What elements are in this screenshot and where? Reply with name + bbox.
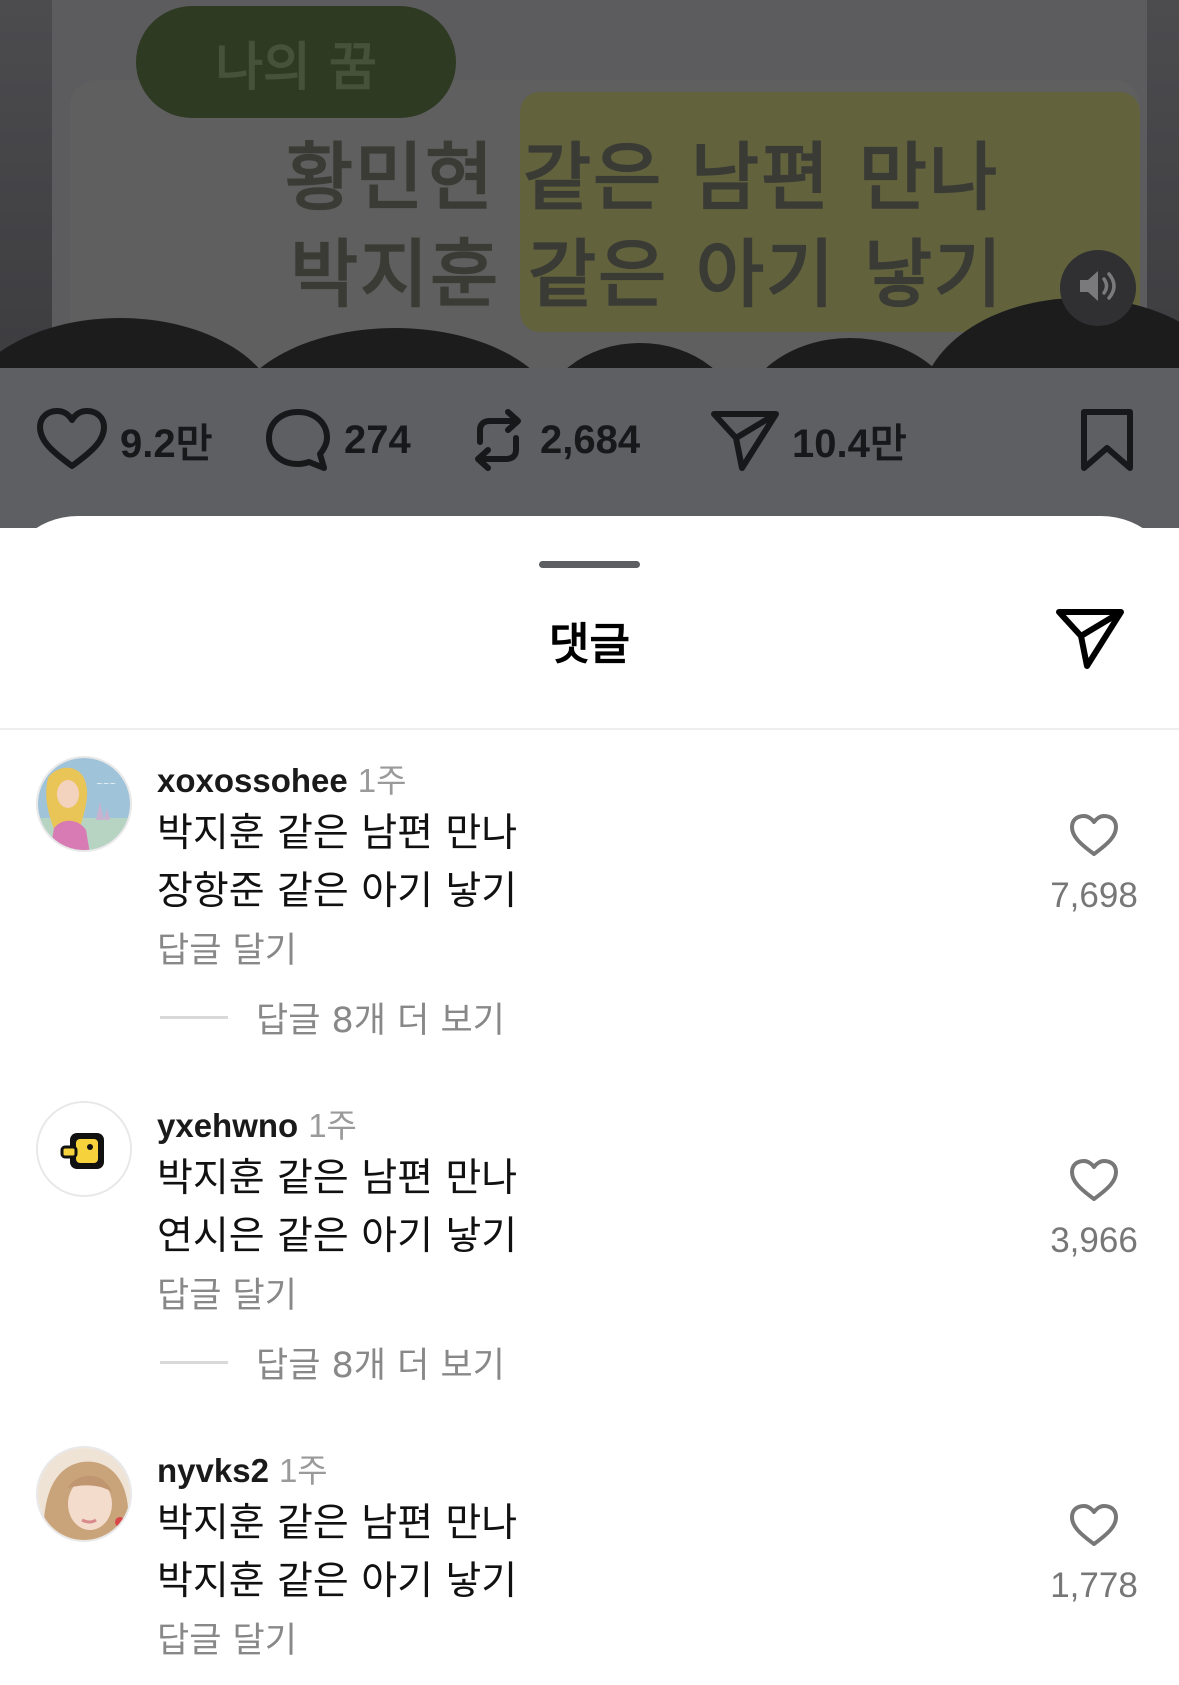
comment-like-count: 7,698	[1050, 876, 1138, 915]
comment-count: 274	[344, 417, 411, 462]
replies-divider-line	[160, 1016, 228, 1019]
reply-button[interactable]: 답글 달기	[157, 1612, 297, 1663]
comment-text-line-2: 연시은 같은 아기 낳기	[157, 1214, 518, 1259]
repost-action[interactable]: 2,684	[468, 408, 640, 472]
comment-text-line-2: 장항준 같은 아기 낳기	[157, 869, 518, 914]
reply-button[interactable]: 답글 달기	[157, 922, 297, 973]
comment-header: nyvks2 1주	[157, 1444, 328, 1492]
repost-icon	[468, 408, 528, 472]
replies-divider-line	[160, 1361, 228, 1364]
comment-time: 1주	[357, 762, 407, 799]
view-more-replies[interactable]: 답글 8개 더 보기	[160, 1337, 505, 1388]
send-icon	[710, 408, 780, 472]
comment-action[interactable]: 274	[264, 408, 411, 472]
volume-button[interactable]	[1060, 250, 1136, 326]
comment-username[interactable]: xoxossohee	[157, 762, 348, 799]
comment-text-line-2: 박지훈 같은 아기 낳기	[157, 1559, 518, 1604]
avatar[interactable]: ~~~	[36, 756, 132, 852]
sheet-grabber[interactable]	[539, 561, 640, 568]
audience-heads	[0, 288, 1179, 368]
avatar[interactable]	[36, 1101, 132, 1197]
comment-time: 1주	[308, 1107, 357, 1144]
send-icon	[1055, 606, 1125, 674]
speaker-icon	[1078, 268, 1118, 308]
video-caption-line-1: 황민현 같은 남편 만나	[285, 135, 1000, 221]
sheet-title: 댓글	[549, 619, 630, 670]
heart-icon	[1069, 814, 1119, 862]
share-count: 10.4만	[792, 422, 907, 466]
comment-like-count: 3,966	[1050, 1221, 1138, 1260]
post-action-bar: 9.2만 274 2,684 10.4만	[0, 368, 1179, 528]
bookmark-button[interactable]	[1078, 408, 1136, 472]
comment-header: yxehwno 1주	[157, 1099, 357, 1147]
comment-like-count: 1,778	[1050, 1566, 1138, 1605]
heart-icon	[36, 408, 108, 472]
sheet-divider	[0, 728, 1179, 730]
comment-header: xoxossohee 1주	[157, 754, 406, 802]
view-more-replies-label: 답글 8개 더 보기	[256, 1346, 505, 1386]
share-action[interactable]: 10.4만	[710, 408, 907, 472]
comment-text-line-1: 박지훈 같은 남편 만나	[157, 811, 518, 856]
comment-text-line-1: 박지훈 같은 남편 만나	[157, 1501, 518, 1546]
comment-like-button[interactable]: 1,778	[1034, 1504, 1154, 1606]
comment-username[interactable]: nyvks2	[157, 1452, 269, 1489]
comment-like-button[interactable]: 3,966	[1034, 1159, 1154, 1261]
bookmark-icon	[1078, 408, 1136, 472]
comment-text-line-1: 박지훈 같은 남편 만나	[157, 1156, 518, 1201]
post-video[interactable]: 나의 꿈 황민현 같은 남편 만나 박지훈 같은 아기 낳기	[0, 0, 1179, 368]
comment-username[interactable]: yxehwno	[157, 1107, 298, 1144]
video-tag: 나의 꿈	[136, 6, 456, 118]
view-more-replies[interactable]: 답글 8개 더 보기	[160, 992, 505, 1043]
svg-text:~~~: ~~~	[96, 779, 116, 788]
view-more-replies-label: 답글 8개 더 보기	[256, 1001, 505, 1041]
comment-bubble-icon	[264, 408, 332, 472]
heart-icon	[1069, 1159, 1119, 1207]
comment-like-button[interactable]: 7,698	[1034, 814, 1154, 916]
heart-icon	[1069, 1504, 1119, 1552]
comments-sheet: 댓글 ~~~ xoxossohee 1주 박지훈 같은 남편 만나 장항준 같은 …	[0, 516, 1179, 1685]
like-count: 9.2만	[120, 422, 213, 466]
sheet-share-button[interactable]	[1052, 602, 1128, 678]
like-action[interactable]: 9.2만	[36, 408, 212, 472]
repost-count: 2,684	[540, 417, 641, 462]
avatar[interactable]	[36, 1446, 132, 1542]
comment-time: 1주	[278, 1452, 328, 1489]
reply-button[interactable]: 답글 달기	[157, 1267, 297, 1318]
